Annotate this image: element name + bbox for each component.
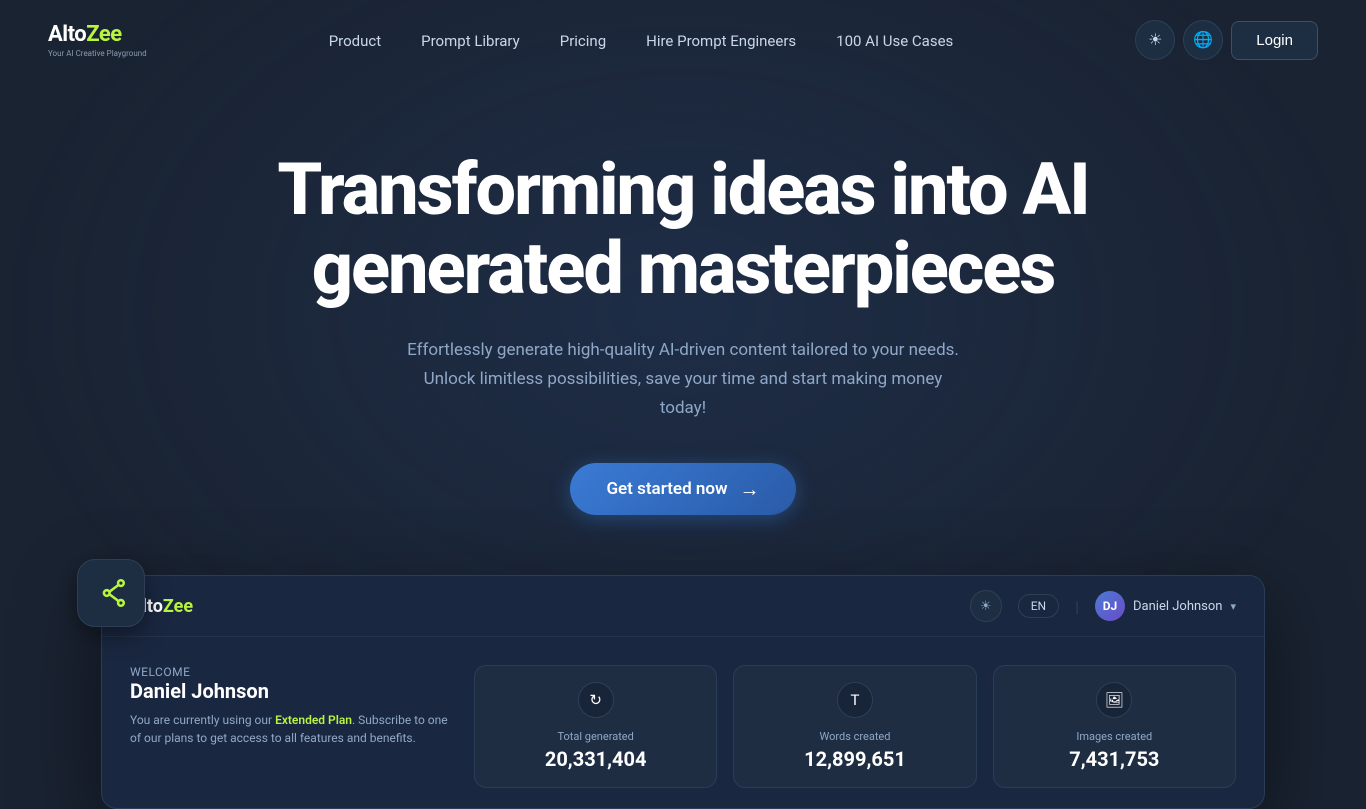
nav-product[interactable]: Product xyxy=(313,24,397,58)
words-created-value: 12,899,651 xyxy=(752,747,957,771)
nav-prompt-library[interactable]: Prompt Library xyxy=(405,24,536,58)
dashboard-sun-icon: ☀ xyxy=(980,599,992,614)
hero-section: Transforming ideas into AI generated mas… xyxy=(0,80,1366,575)
logo-zee: Zee xyxy=(86,22,121,47)
total-generated-label: Total generated xyxy=(493,730,698,743)
dashboard-sidebar: Welcome Daniel Johnson You are currently… xyxy=(130,665,450,788)
stat-card-images: 🖼 Images created 7,431,753 xyxy=(993,665,1236,788)
dashboard-language-button[interactable]: EN xyxy=(1018,594,1059,618)
total-generated-icon: ↻ xyxy=(578,682,614,718)
hero-subtitle: Effortlessly generate high-quality AI-dr… xyxy=(403,336,963,423)
nav-use-cases[interactable]: 100 AI Use Cases xyxy=(820,24,969,58)
dashboard-user[interactable]: DJ Daniel Johnson ▾ xyxy=(1095,591,1236,621)
user-name: Daniel Johnson xyxy=(1133,599,1222,614)
images-created-icon: 🖼 xyxy=(1096,682,1132,718)
stat-card-words: T Words created 12,899,651 xyxy=(733,665,976,788)
dashboard-nav-right: ☀ EN | DJ Daniel Johnson ▾ xyxy=(970,590,1236,622)
nav-pricing[interactable]: Pricing xyxy=(544,24,622,58)
words-created-label: Words created xyxy=(752,730,957,743)
words-created-icon: T xyxy=(837,682,873,718)
network-icon xyxy=(94,576,128,610)
dashboard-content: Welcome Daniel Johnson You are currently… xyxy=(102,637,1264,808)
login-button[interactable]: Login xyxy=(1231,21,1318,60)
welcome-label: Welcome xyxy=(130,665,450,679)
globe-icon: 🌐 xyxy=(1193,30,1213,50)
hero-title: Transforming ideas into AI generated mas… xyxy=(233,150,1133,308)
sun-icon: ☀ xyxy=(1148,30,1162,50)
plan-text: You are currently using our Extended Pla… xyxy=(130,711,450,747)
nav-actions: ☀ 🌐 Login xyxy=(1135,20,1318,60)
nav-links: Product Prompt Library Pricing Hire Prom… xyxy=(313,31,970,50)
stats-section: ↻ Total generated 20,331,404 T Words cre… xyxy=(474,665,1236,788)
cta-label: Get started now xyxy=(606,479,727,499)
welcome-name: Daniel Johnson xyxy=(130,679,450,703)
stat-card-total: ↻ Total generated 20,331,404 xyxy=(474,665,717,788)
user-avatar: DJ xyxy=(1095,591,1125,621)
images-created-value: 7,431,753 xyxy=(1012,747,1217,771)
logo-alto: Alto xyxy=(48,22,86,47)
welcome-section: Welcome Daniel Johnson You are currently… xyxy=(130,665,450,747)
dashboard-theme-button[interactable]: ☀ xyxy=(970,590,1002,622)
total-generated-value: 20,331,404 xyxy=(493,747,698,771)
theme-toggle-button[interactable]: ☀ xyxy=(1135,20,1175,60)
dashboard-nav: AltoZee ☀ EN | DJ Daniel Johnson ▾ xyxy=(102,576,1264,637)
main-nav: AltoZee Your AI Creative Playground Prod… xyxy=(0,0,1366,80)
separator: | xyxy=(1075,597,1079,616)
chevron-down-icon: ▾ xyxy=(1230,600,1236,613)
logo-tagline: Your AI Creative Playground xyxy=(48,49,147,58)
logo: AltoZee Your AI Creative Playground xyxy=(48,22,147,58)
images-created-label: Images created xyxy=(1012,730,1217,743)
dashboard-frame: AltoZee ☀ EN | DJ Daniel Johnson ▾ xyxy=(101,575,1265,809)
arrow-icon: → xyxy=(740,479,760,499)
language-button[interactable]: 🌐 xyxy=(1183,20,1223,60)
cta-button[interactable]: Get started now → xyxy=(570,463,795,515)
floating-icon-container xyxy=(77,559,145,627)
nav-hire-engineers[interactable]: Hire Prompt Engineers xyxy=(630,24,812,58)
dashboard-preview: AltoZee ☀ EN | DJ Daniel Johnson ▾ xyxy=(53,575,1313,809)
